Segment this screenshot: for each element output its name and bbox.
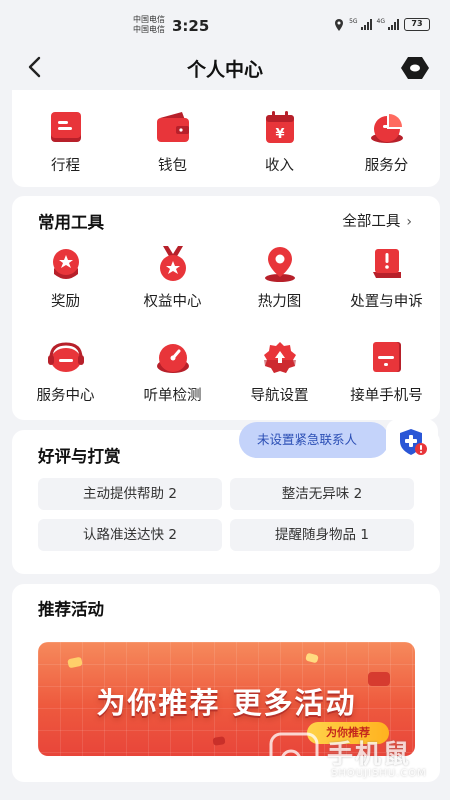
service-score-label: 服务分 <box>364 158 409 174</box>
banner-headline: 为你推荐 更多活动 <box>96 686 357 720</box>
emergency-contact-pill[interactable]: 未设置紧急联系人 <box>239 422 389 458</box>
svg-text:¥: ¥ <box>275 127 284 142</box>
hexagon-settings-icon <box>401 57 429 79</box>
carrier-2: 中国电信 <box>133 25 165 34</box>
status-time: 3:25 <box>172 17 210 35</box>
chevron-right-icon: › <box>406 214 412 230</box>
all-tools-link[interactable]: 全部工具 › <box>342 210 412 231</box>
review-tag: 提醒随身物品 1 <box>230 519 414 551</box>
service-score-entry[interactable]: 服务分 <box>333 108 440 175</box>
navigation-gear-icon <box>263 342 296 373</box>
tool-order-check-label: 听单检测 <box>143 388 202 404</box>
tool-appeal-label: 处置与申诉 <box>350 294 423 310</box>
review-tags: 主动提供帮助 2 整洁无异味 2 认路准送达快 2 提醒随身物品 1 <box>38 478 414 551</box>
tool-phone-number[interactable]: 接单手机号 <box>333 338 440 405</box>
wallet-entry[interactable]: 钱包 <box>119 108 226 175</box>
status-bar: 中国电信 中国电信 3:25 5G 4G 73 <box>0 0 450 44</box>
network-label-1: 5G <box>349 18 358 25</box>
carrier-info: 中国电信 中国电信 <box>133 15 165 35</box>
tool-reward[interactable]: 奖励 <box>12 244 119 311</box>
tool-heatmap-label: 热力图 <box>257 294 302 310</box>
page-header: 个人中心 <box>0 44 450 90</box>
settings-button[interactable] <box>400 54 430 82</box>
service-score-icon <box>370 114 403 143</box>
signal-icon <box>360 19 372 30</box>
tool-appeal[interactable]: 处置与申诉 <box>333 244 440 311</box>
status-indicators: 5G 4G 73 <box>334 18 430 31</box>
tool-service-center-label: 服务中心 <box>36 388 95 404</box>
watermark-text: 手机鼠 <box>327 740 412 770</box>
tool-navigation-label: 导航设置 <box>250 388 309 404</box>
carrier-1: 中国电信 <box>133 15 165 24</box>
tool-order-check[interactable]: 听单检测 <box>119 338 226 405</box>
page-title: 个人中心 <box>186 59 263 81</box>
income-entry[interactable]: ¥ 收入 <box>226 108 333 175</box>
network-label-2: 4G <box>376 18 385 25</box>
appeal-icon <box>372 249 401 278</box>
reward-icon <box>52 249 79 279</box>
watermark-subtext: SHOUJISHU.COM <box>331 768 427 779</box>
tool-reward-label: 奖励 <box>51 294 80 310</box>
headset-icon <box>47 342 84 372</box>
site-watermark: 手机鼠 SHOUJISHU.COM <box>267 728 437 788</box>
reviews-section-title: 好评与打赏 <box>38 447 121 466</box>
wallet-label: 钱包 <box>158 158 187 174</box>
location-icon <box>335 18 344 31</box>
itinerary-label: 行程 <box>51 158 80 174</box>
order-check-gauge-icon <box>156 344 189 373</box>
income-icon: ¥ <box>265 111 294 143</box>
income-label: 收入 <box>265 158 294 174</box>
battery-indicator: 73 <box>404 18 430 31</box>
wallet-icon <box>156 112 189 142</box>
common-tools-card: 常用工具 全部工具 › 奖励 权益中心 热力图 处置与申诉 服务中心 听单检测 <box>12 196 440 420</box>
tool-service-center[interactable]: 服务中心 <box>12 338 119 405</box>
activity-section-title: 推荐活动 <box>38 600 104 619</box>
review-tag: 整洁无异味 2 <box>230 478 414 510</box>
tool-navigation-settings[interactable]: 导航设置 <box>226 338 333 405</box>
itinerary-icon <box>50 112 81 142</box>
shield-alert-icon <box>400 429 427 455</box>
itinerary-entry[interactable]: 行程 <box>12 108 119 175</box>
tool-heatmap[interactable]: 热力图 <box>226 244 333 311</box>
heatmap-pin-icon <box>264 247 295 282</box>
phone-number-icon <box>372 342 401 372</box>
review-tag: 认路准送达快 2 <box>38 519 222 551</box>
shortcuts-card: 行程 钱包 ¥ 收入 服务分 <box>12 90 440 187</box>
tool-benefits-label: 权益中心 <box>143 294 202 310</box>
benefits-medal-icon <box>159 246 186 281</box>
signal-icon-2 <box>388 19 399 30</box>
tools-section-title: 常用工具 <box>38 213 104 232</box>
safety-shield-button[interactable] <box>386 419 438 465</box>
tool-phone-number-label: 接单手机号 <box>350 388 423 404</box>
review-tag: 主动提供帮助 2 <box>38 478 222 510</box>
tool-benefits-center[interactable]: 权益中心 <box>119 244 226 311</box>
all-tools-label: 全部工具 <box>342 214 401 230</box>
mouse-logo-icon <box>269 732 319 782</box>
